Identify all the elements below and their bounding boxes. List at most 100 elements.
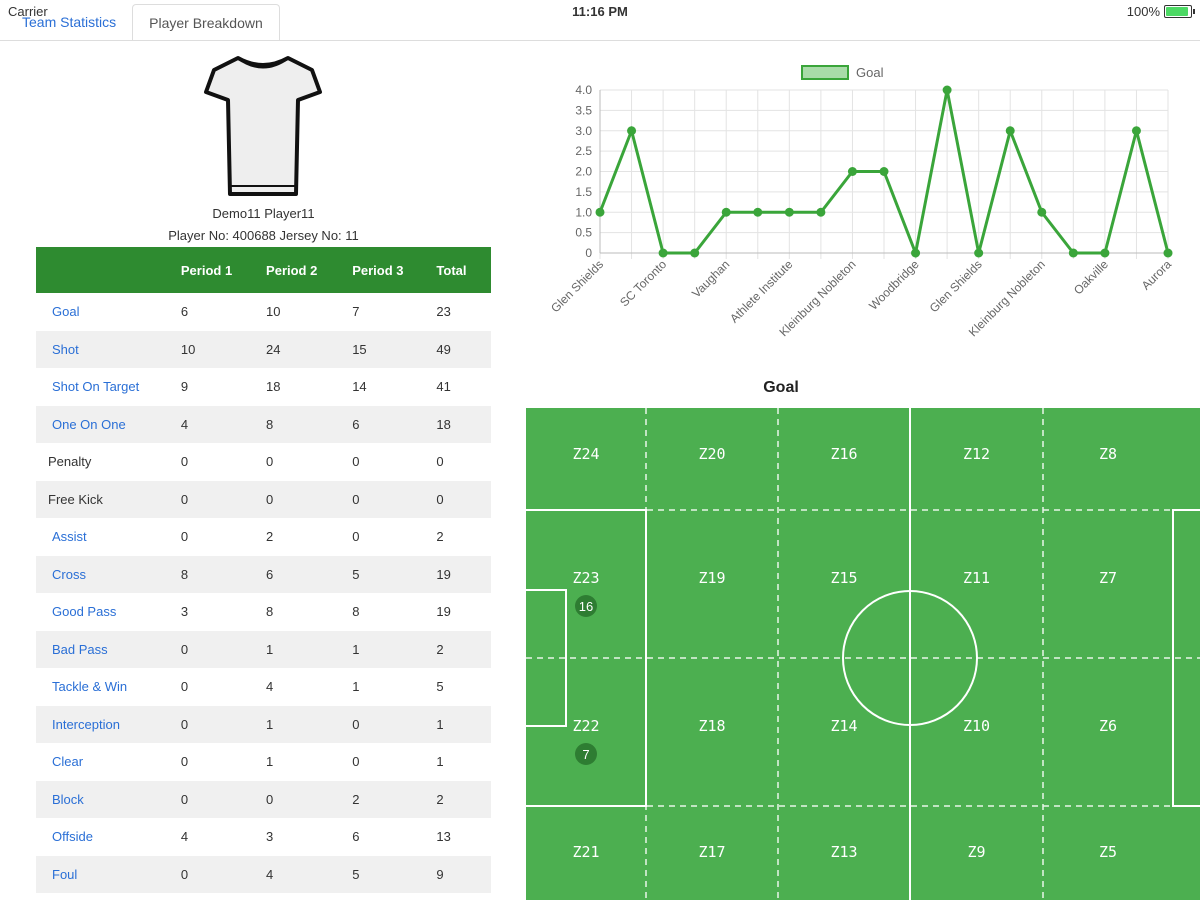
stat-label[interactable]: Bad Pass	[36, 630, 181, 668]
stat-value: 1	[352, 679, 360, 695]
pitch-title: Goal	[763, 379, 799, 396]
y-tick-label: 1.5	[575, 185, 592, 199]
stat-value: 13	[436, 829, 451, 845]
data-point	[1037, 207, 1047, 217]
zone-label[interactable]: Z13	[830, 843, 857, 861]
stat-value: 49	[436, 330, 491, 368]
stat-value: 1	[266, 630, 353, 668]
x-tick-label: Woodbridge	[866, 257, 922, 313]
table-header: Period 2	[266, 247, 353, 293]
stat-value: 2	[436, 630, 491, 668]
stat-value: 0	[180, 480, 267, 518]
stat-value: 4	[180, 405, 267, 443]
stat-label[interactable]: Block	[36, 780, 181, 818]
zone-label[interactable]: Z10	[963, 717, 990, 735]
table-header	[36, 247, 181, 293]
stat-label[interactable]: Clear	[36, 743, 181, 781]
stat-value: 2	[352, 780, 437, 818]
stat-value: 0	[180, 705, 267, 743]
stat-value: 18	[436, 405, 491, 443]
stat-label[interactable]: Cross	[36, 555, 181, 593]
stat-label[interactable]: Good Pass	[36, 593, 181, 631]
zone-label[interactable]: Z24	[572, 445, 599, 463]
stats-table: Period 1 Period 2 Period 3 Total Goal 6 10…	[36, 247, 491, 893]
y-tick-label: 1.0	[575, 205, 592, 219]
table-row[interactable]: Block 0 0 2 2	[36, 780, 491, 818]
table-row[interactable]: Assist 0 2 0 2	[36, 518, 491, 556]
table-row[interactable]: Goal 6 10 7 23	[36, 293, 491, 331]
stat-value: 0	[266, 780, 353, 818]
table-row[interactable]: Shot 10 24 15 49	[36, 330, 491, 368]
stat-value: 24	[266, 330, 353, 368]
zone-label[interactable]: Z18	[698, 717, 725, 735]
zone-label[interactable]: Z9	[967, 843, 985, 861]
stat-label: Free Kick	[36, 480, 181, 518]
stat-label[interactable]: Assist	[36, 518, 181, 556]
table-row[interactable]: Interception 0 1 0 1	[36, 705, 491, 743]
table-row[interactable]: Cross 8 6 5 19	[36, 555, 491, 593]
y-tick-label: 0	[585, 246, 592, 260]
zone-label[interactable]: Z17	[698, 843, 725, 861]
table-row[interactable]: One On One 4 8 6 18	[36, 405, 491, 443]
stat-value: 0	[266, 454, 274, 470]
zone-label[interactable]: Z20	[698, 445, 725, 463]
zone-label[interactable]: Z14	[830, 717, 857, 735]
data-point	[595, 207, 605, 217]
y-tick-label: 4.0	[575, 83, 592, 97]
stat-label[interactable]: Foul	[36, 855, 181, 893]
tab-player-breakdown[interactable]: Player Breakdown	[132, 4, 280, 41]
table-row[interactable]: Foul 0 4 5 9	[36, 855, 491, 893]
stat-label[interactable]: Shot	[36, 330, 181, 368]
table-row[interactable]: Good Pass 3 8 8 19	[36, 593, 491, 631]
data-point	[1131, 126, 1141, 136]
zone-label[interactable]: Z19	[698, 569, 725, 587]
data-point	[816, 207, 826, 217]
zone-count: 16	[579, 599, 593, 614]
stat-value: 7	[352, 304, 360, 320]
table-row[interactable]: Tackle & Win 0 4 1 5	[36, 668, 491, 706]
zone-label[interactable]: Z7	[1099, 569, 1117, 587]
zone-label[interactable]: Z11	[963, 569, 990, 587]
stat-value: 18	[266, 379, 281, 395]
zone-label[interactable]: Z21	[572, 843, 599, 861]
x-tick-label: Vaughan	[689, 257, 732, 300]
stat-value: 0	[180, 630, 267, 668]
table-row[interactable]: Shot On Target 9 18 14 41	[36, 368, 491, 406]
stat-label[interactable]: Offside	[36, 818, 181, 856]
stat-label[interactable]: Tackle & Win	[36, 668, 181, 706]
data-point	[911, 248, 921, 258]
table-row[interactable]: Offside 4 3 6 13	[36, 818, 491, 856]
stat-label[interactable]: Interception	[36, 705, 181, 743]
stat-value: 14	[352, 379, 367, 395]
zone-label[interactable]: Z12	[963, 445, 990, 463]
x-tick-label: Aurora	[1139, 257, 1175, 293]
zone-label[interactable]: Z6	[1099, 717, 1117, 735]
x-tick-label: SC Toronto	[617, 257, 669, 309]
stat-value: 4	[266, 679, 274, 695]
stat-value: 1	[266, 705, 353, 743]
data-point	[1005, 126, 1015, 136]
zone-label[interactable]: Z16	[830, 445, 857, 463]
stat-value: 0	[180, 754, 189, 770]
stat-label[interactable]: Shot On Target	[36, 368, 181, 406]
data-point	[847, 167, 857, 176]
zone-label[interactable]: Z22	[572, 717, 599, 735]
data-point	[690, 248, 700, 258]
zone-label[interactable]: Z23	[572, 569, 599, 587]
zone-label[interactable]: Z15	[830, 569, 857, 587]
stat-value: 6	[266, 555, 353, 593]
stat-value: 0	[180, 529, 189, 545]
stat-value: 9	[436, 855, 491, 893]
tab-team-statistics[interactable]: Team Statistics	[6, 4, 132, 40]
stat-label[interactable]: One On One	[36, 405, 181, 443]
table-header: Period 1	[180, 247, 267, 293]
zone-label[interactable]: Z5	[1099, 843, 1117, 861]
stat-value: 0	[180, 454, 189, 470]
pitch-surface	[526, 408, 1200, 900]
table-row[interactable]: Clear 0 1 0 1	[36, 743, 491, 781]
table-row[interactable]: Bad Pass 0 1 1 2	[36, 630, 491, 668]
stat-value: 1	[436, 754, 444, 770]
player-name: Demo11 Player11	[212, 206, 315, 221]
zone-label[interactable]: Z8	[1099, 445, 1117, 463]
stat-label[interactable]: Goal	[36, 293, 181, 331]
